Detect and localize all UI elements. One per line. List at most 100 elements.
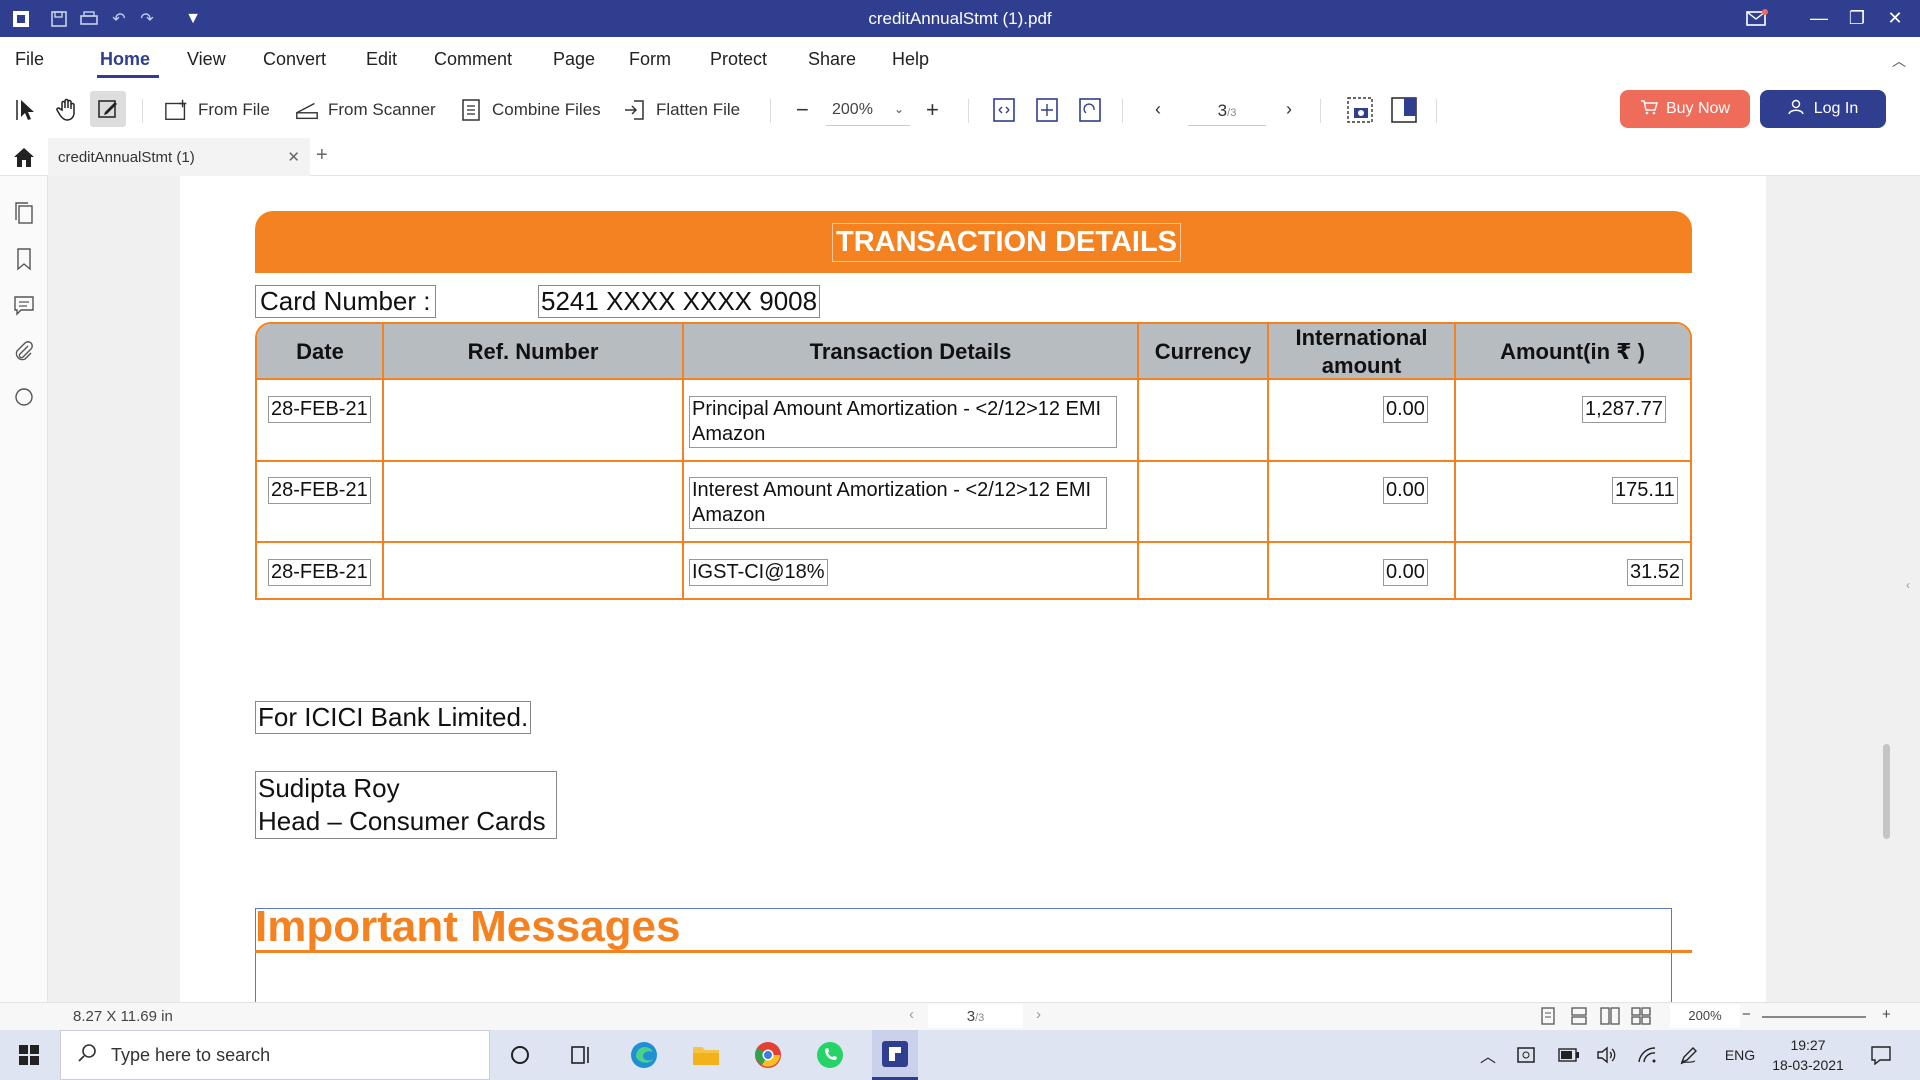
status-page-total: /3	[975, 1012, 985, 1024]
menu-comment[interactable]: Comment	[434, 49, 512, 70]
wifi-icon[interactable]	[1632, 1030, 1662, 1080]
document-tab-label: creditAnnualStmt (1)	[58, 149, 195, 166]
status-prev-page-icon[interactable]: ‹	[909, 1006, 914, 1023]
bookmark-panel-icon[interactable]	[11, 246, 37, 272]
collapse-right-panel-icon[interactable]: ‹	[1906, 578, 1910, 592]
fit-page-icon[interactable]	[1035, 81, 1059, 138]
two-page-view-icon[interactable]	[1600, 1007, 1620, 1029]
continuous-view-icon[interactable]	[1570, 1007, 1588, 1029]
meet-now-icon[interactable]	[1512, 1030, 1542, 1080]
attachment-panel-icon[interactable]	[11, 338, 37, 364]
status-zoom-out-icon[interactable]: −	[1742, 1006, 1751, 1023]
collapse-ribbon-icon[interactable]: ︿	[1892, 51, 1906, 71]
snapshot-icon[interactable]	[1346, 81, 1374, 138]
flatten-file-button[interactable]: Flatten File	[622, 81, 740, 138]
battery-icon[interactable]	[1554, 1030, 1584, 1080]
signatory-name: Sudipta Roy	[258, 773, 400, 803]
column-header-transaction-details: Transaction Details	[809, 339, 1012, 364]
menu-file[interactable]: File	[15, 49, 44, 70]
menu-share[interactable]: Share	[808, 49, 856, 70]
close-tab-icon[interactable]: ✕	[287, 148, 300, 166]
status-zoom-in-icon[interactable]: +	[1882, 1006, 1891, 1023]
task-view-icon[interactable]	[565, 1030, 597, 1080]
edge-browser-icon[interactable]	[626, 1030, 662, 1080]
flatten-file-label: Flatten File	[656, 99, 741, 119]
menu-view[interactable]: View	[187, 49, 226, 70]
pages-panel-icon[interactable]	[11, 200, 37, 226]
status-page-input[interactable]: 3/3	[928, 1004, 1023, 1028]
cortana-icon[interactable]	[504, 1030, 536, 1080]
toolbar-separator	[1436, 99, 1437, 123]
restore-icon[interactable]: ❐	[1842, 4, 1872, 32]
cart-icon	[1640, 99, 1658, 120]
status-bar: 8.27 X 11.69 in ‹ 3/3 › 200% − +	[0, 1002, 1920, 1030]
pdf-page: TRANSACTION DETAILS Card Number : 5241 X…	[180, 176, 1766, 1002]
home-icon[interactable]	[12, 146, 36, 173]
vertical-scrollbar[interactable]	[1883, 744, 1890, 839]
menu-convert[interactable]: Convert	[263, 49, 326, 70]
single-page-view-icon[interactable]	[1539, 1007, 1557, 1029]
page-number-input[interactable]: 3/3	[1188, 96, 1266, 126]
log-in-button[interactable]: Log In	[1760, 90, 1886, 128]
windows-start-icon[interactable]	[18, 1044, 40, 1071]
chevron-down-icon: ⌄	[893, 102, 904, 116]
user-icon	[1788, 99, 1804, 120]
window-title: creditAnnualStmt (1).pdf	[868, 9, 1052, 28]
combine-files-button[interactable]: Combine Files	[458, 81, 601, 138]
menu-help[interactable]: Help	[892, 49, 929, 70]
menu-page[interactable]: Page	[553, 49, 595, 70]
menu-edit[interactable]: Edit	[366, 49, 397, 70]
zoom-in-icon[interactable]: +	[926, 81, 939, 138]
minimize-icon[interactable]: —	[1804, 4, 1834, 32]
menu-protect[interactable]: Protect	[710, 49, 767, 70]
status-next-page-icon[interactable]: ›	[1036, 1006, 1041, 1023]
card-number-value: 5241 XXXX XXXX 9008	[538, 285, 821, 318]
grid-view-icon[interactable]	[1631, 1007, 1651, 1029]
next-page-icon[interactable]: ›	[1286, 81, 1292, 138]
column-header-international-amount: International amount	[1295, 325, 1428, 378]
transaction-table: Date Ref. Number Transaction Details Cur…	[255, 322, 1692, 600]
pen-icon[interactable]	[1674, 1030, 1704, 1080]
status-zoom-value[interactable]: 200%	[1670, 1004, 1740, 1028]
rotate-page-icon[interactable]	[1078, 81, 1102, 138]
volume-icon[interactable]	[1592, 1030, 1622, 1080]
document-tab[interactable]: creditAnnualStmt (1) ✕	[48, 138, 310, 176]
combine-files-label: Combine Files	[492, 99, 601, 119]
banner-title: TRANSACTION DETAILS	[832, 223, 1182, 262]
edit-tool-icon[interactable]	[90, 91, 126, 127]
buy-now-label: Buy Now	[1665, 100, 1731, 117]
column-header-ref-number: Ref. Number	[467, 339, 599, 364]
file-explorer-icon[interactable]	[688, 1030, 724, 1080]
buy-now-button[interactable]: Buy Now	[1620, 90, 1750, 128]
row-amount: 175.11	[1612, 477, 1678, 504]
new-tab-icon[interactable]: +	[316, 144, 328, 167]
row-amount: 31.52	[1627, 559, 1684, 586]
heading-underline	[255, 950, 1692, 953]
show-hidden-icons-icon[interactable]: ︿	[1476, 1030, 1500, 1080]
whatsapp-icon[interactable]	[812, 1030, 848, 1080]
menu-form[interactable]: Form	[629, 49, 671, 70]
notification-center-icon[interactable]	[1866, 1030, 1896, 1080]
zoom-slider[interactable]	[1762, 1016, 1866, 1018]
comment-panel-icon[interactable]	[11, 292, 37, 318]
language-indicator[interactable]: ENG	[1720, 1030, 1760, 1080]
from-scanner-button[interactable]: From Scanner	[294, 81, 436, 138]
zoom-select[interactable]: 200% ⌄	[826, 96, 910, 126]
mail-icon[interactable]	[1742, 4, 1772, 32]
system-clock[interactable]: 19:27 18-03-2021	[1766, 1030, 1850, 1080]
close-window-icon[interactable]: ✕	[1880, 4, 1910, 32]
chrome-browser-icon[interactable]	[750, 1030, 786, 1080]
zoom-out-icon[interactable]: −	[796, 81, 809, 138]
search-panel-icon[interactable]	[11, 384, 37, 410]
from-file-button[interactable]: From File	[164, 81, 270, 138]
hand-tool-icon[interactable]	[54, 81, 80, 138]
select-tool-icon[interactable]	[14, 81, 40, 138]
fit-width-icon[interactable]	[992, 81, 1016, 138]
previous-page-icon[interactable]: ‹	[1155, 81, 1161, 138]
active-menu-indicator	[97, 75, 159, 78]
row-divider	[257, 541, 1690, 543]
reading-mode-icon[interactable]	[1390, 81, 1418, 138]
pdf-editor-taskbar-icon[interactable]	[872, 1030, 918, 1080]
taskbar-search-input[interactable]: Type here to search	[60, 1030, 490, 1080]
menu-home[interactable]: Home	[100, 49, 150, 70]
